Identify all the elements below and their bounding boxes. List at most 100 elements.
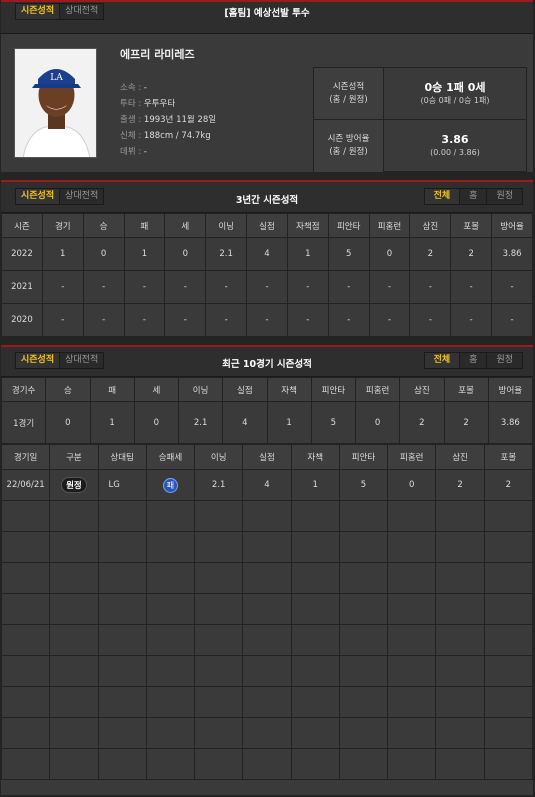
table-cell: -: [205, 303, 248, 337]
table-row: 22/06/21 원정 LG 패 2.1 4 1 5 0 2 2: [0, 469, 534, 501]
table-row: [0, 624, 534, 656]
table-cell: [290, 686, 340, 718]
table-cell: [0, 748, 51, 780]
table-cell: [242, 748, 292, 780]
table-cell: [242, 500, 292, 532]
table-cell: [0, 500, 51, 532]
table-cell: [242, 562, 292, 594]
table-cell: 2: [399, 401, 445, 444]
column-header: 이닝: [194, 444, 244, 470]
table-cell: [338, 624, 389, 656]
table-cell: [97, 500, 147, 532]
column-header: 포볼: [483, 444, 534, 470]
player-info: 소속 : - 투타 : 우투우타 출생 : 1993년 11월 28일 신체 :…: [120, 80, 216, 160]
table-cell: -: [246, 303, 288, 337]
table-cell: [338, 562, 389, 594]
table-cell: 원정: [49, 469, 99, 501]
record-row: 시즌성적 (홈 / 원정) 0승 1패 0세 (0승 0패 / 0승 1패): [314, 68, 526, 120]
column-header: 삼진: [435, 444, 485, 470]
era-sublabel: (홈 / 원정): [329, 147, 368, 157]
table-cell: 4: [222, 401, 268, 444]
table-cell: -: [41, 270, 84, 304]
table-header-row: 시즌 경기 승 패 세 이닝 실점 자책점 피안타 피홈런 삼진 포볼 방어율: [1, 213, 533, 238]
table-cell: [97, 655, 147, 687]
table-row: [0, 717, 534, 749]
table-cell: 0: [82, 237, 125, 271]
column-header: 자책: [266, 377, 312, 402]
column-header: 피홈런: [354, 377, 401, 402]
table-cell: [97, 562, 147, 594]
table-cell: [49, 500, 99, 532]
table-cell: -: [327, 303, 370, 337]
column-header: 상대팀: [97, 444, 147, 470]
column-header: 자책: [290, 444, 340, 470]
table-cell: -: [409, 270, 452, 304]
panel-title: [홈팀] 예상선발 투수: [224, 8, 310, 19]
table-cell: [338, 748, 389, 780]
table-cell: [194, 593, 244, 625]
table-cell: [338, 655, 389, 687]
table-cell: [194, 748, 244, 780]
filter-home[interactable]: 홈: [460, 353, 488, 368]
column-header: 삼진: [409, 213, 452, 238]
info-body: 신체 : 188cm / 74.7kg: [120, 131, 211, 141]
table-cell: 0: [368, 237, 411, 271]
column-header: 실점: [246, 213, 288, 238]
column-header: 경기: [41, 213, 84, 238]
panel-header: 시즌성적 상대전적 최근 10경기 시즌성적 전체 홈 원정: [1, 347, 533, 377]
table-cell: 5: [310, 401, 357, 444]
table-cell: [290, 655, 340, 687]
table-cell: [145, 531, 196, 563]
table-row: [0, 655, 534, 687]
record-label: 시즌성적: [332, 81, 365, 92]
table-cell: [435, 593, 485, 625]
column-header: 승: [45, 377, 91, 402]
table-cell: [435, 624, 485, 656]
table-cell: [338, 593, 389, 625]
table-cell: [387, 686, 437, 718]
table-cell: [145, 624, 196, 656]
table-cell: [387, 748, 437, 780]
filter-all[interactable]: 전체: [424, 353, 461, 368]
table-cell: 2022: [1, 237, 43, 271]
table-cell: [0, 531, 51, 563]
table-cell: [242, 686, 292, 718]
table-cell: [387, 717, 437, 749]
column-header: 방어율: [487, 377, 534, 402]
column-header: 실점: [222, 377, 268, 402]
column-header: 패: [89, 377, 135, 402]
table-row: [0, 686, 534, 718]
filter-all[interactable]: 전체: [424, 189, 461, 204]
table-cell: 0: [354, 401, 401, 444]
table-cell: [49, 717, 99, 749]
column-header: 피홈런: [368, 213, 411, 238]
table-cell: LG: [97, 469, 147, 501]
table-cell: 2021: [1, 270, 43, 304]
table-cell: [49, 686, 99, 718]
column-header: 세: [133, 377, 180, 402]
column-header: 이닝: [177, 377, 224, 402]
away-badge: 원정: [61, 477, 87, 493]
table-cell: 4: [246, 237, 288, 271]
table-cell: [290, 531, 340, 563]
table-cell: [97, 593, 147, 625]
player-name: 에프리 라미레즈: [120, 48, 195, 61]
table-cell: [49, 624, 99, 656]
column-header: 포볼: [450, 213, 493, 238]
table-cell: [435, 686, 485, 718]
table-cell: 22/06/21: [0, 469, 51, 501]
table-row: [0, 531, 534, 563]
filter-home[interactable]: 홈: [460, 189, 488, 204]
table-row: [0, 748, 534, 780]
table-cell: [242, 624, 292, 656]
column-header: 패: [123, 213, 166, 238]
table-cell: 5: [338, 469, 389, 501]
table-cell: 0: [133, 401, 180, 444]
table-cell: -: [368, 303, 411, 337]
record-split: (0승 0패 / 0승 1패): [420, 95, 490, 105]
filter-away[interactable]: 원정: [487, 189, 522, 204]
table-cell: -: [409, 303, 452, 337]
info-team: 소속 : -: [120, 83, 147, 93]
filter-away[interactable]: 원정: [487, 353, 522, 368]
table-cell: [242, 531, 292, 563]
